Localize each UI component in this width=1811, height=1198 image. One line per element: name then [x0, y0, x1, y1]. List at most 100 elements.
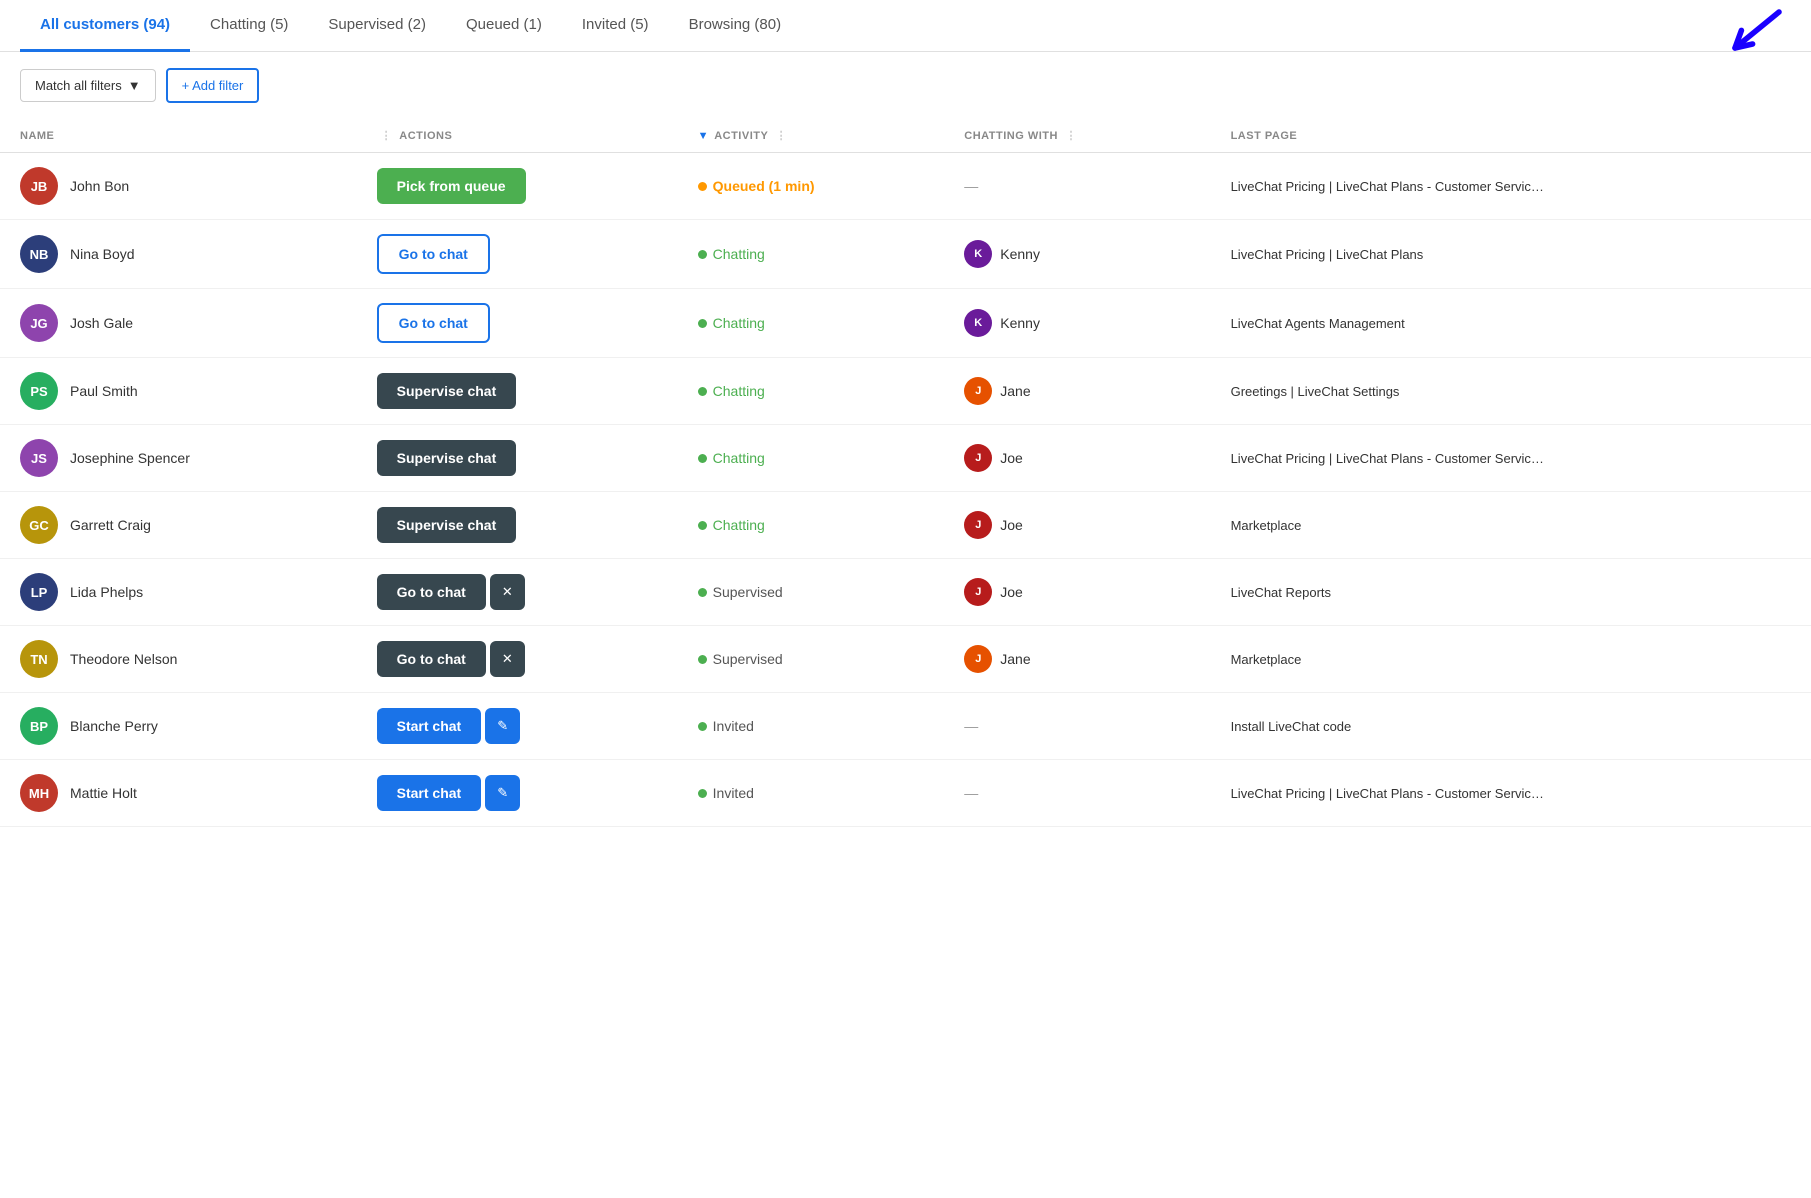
table-row: GC Garrett Craig Supervise chat Chatting…: [0, 492, 1811, 559]
customer-avatar: BP: [20, 707, 58, 745]
agent-name: Joe: [1000, 584, 1023, 600]
customer-name: John Bon: [70, 178, 129, 194]
name-cell: TN Theodore Nelson: [0, 626, 357, 693]
activity-label: Supervised: [713, 651, 783, 667]
tab-browsing[interactable]: Browsing (80): [669, 0, 802, 52]
last-page-text: LiveChat Reports: [1231, 585, 1331, 600]
status-dot: [698, 319, 707, 328]
activity-td: Supervised: [678, 559, 945, 626]
go-to-chat-button[interactable]: Go to chat: [377, 574, 486, 610]
agent-cell: K Kenny: [964, 240, 1190, 268]
activity-cell: Chatting: [698, 383, 925, 399]
no-agent: —: [964, 785, 978, 801]
tab-invited[interactable]: Invited (5): [562, 0, 669, 52]
agent-cell: J Joe: [964, 444, 1190, 472]
customer-name: Nina Boyd: [70, 246, 135, 262]
edit-invite-button[interactable]: ✎: [485, 775, 520, 811]
go-to-chat-button[interactable]: Go to chat: [377, 234, 490, 274]
activity-cell: Chatting: [698, 246, 925, 262]
activity-label: Invited: [713, 718, 754, 734]
no-agent: —: [964, 178, 978, 194]
close-supervision-button[interactable]: ✕: [490, 574, 525, 610]
customer-avatar: LP: [20, 573, 58, 611]
customer-name: Josephine Spencer: [70, 450, 190, 466]
status-dot: [698, 722, 707, 731]
chatting-with-cell: J Jane: [944, 626, 1210, 693]
col-actions: ⋮ ACTIONS: [357, 119, 678, 153]
table-row: JS Josephine Spencer Supervise chat Chat…: [0, 425, 1811, 492]
name-cell: NB Nina Boyd: [0, 220, 357, 289]
tab-chatting[interactable]: Chatting (5): [190, 0, 308, 52]
activity-label: Queued (1 min): [713, 178, 815, 194]
name-cell: GC Garrett Craig: [0, 492, 357, 559]
status-dot: [698, 588, 707, 597]
start-chat-button[interactable]: Start chat: [377, 708, 482, 744]
activity-label: Chatting: [713, 383, 765, 399]
activity-label: Chatting: [713, 246, 765, 262]
chevron-down-icon: ▼: [128, 78, 141, 93]
activity-cell: Queued (1 min): [698, 178, 925, 194]
customer-avatar: GC: [20, 506, 58, 544]
col-activity[interactable]: ▼ ACTIVITY ⋮: [678, 119, 945, 153]
chatting-with-cell: J Jane: [944, 358, 1210, 425]
actions-cell: Go to chat: [357, 220, 678, 289]
activity-td: Chatting: [678, 358, 945, 425]
col-last-page: LAST PAGE: [1211, 119, 1811, 153]
supervise-chat-button[interactable]: Supervise chat: [377, 373, 517, 409]
activity-cell: Invited: [698, 718, 925, 734]
edit-invite-button[interactable]: ✎: [485, 708, 520, 744]
add-filter-button[interactable]: + Add filter: [166, 68, 260, 103]
activity-label: Supervised: [713, 584, 783, 600]
close-supervision-button[interactable]: ✕: [490, 641, 525, 677]
activity-td: Chatting: [678, 220, 945, 289]
start-chat-button[interactable]: Start chat: [377, 775, 482, 811]
agent-name: Jane: [1000, 383, 1030, 399]
action-cell: Supervise chat: [377, 440, 658, 476]
filters-bar: Match all filters ▼ + Add filter: [0, 52, 1811, 119]
actions-cell: Supervise chat: [357, 425, 678, 492]
agent-avatar: K: [964, 240, 992, 268]
activity-td: Chatting: [678, 289, 945, 358]
actions-cell: Go to chat ✕: [357, 559, 678, 626]
last-page-cell: LiveChat Pricing | LiveChat Plans - Cust…: [1211, 153, 1811, 220]
pick-from-queue-button[interactable]: Pick from queue: [377, 168, 526, 204]
action-cell: Supervise chat: [377, 373, 658, 409]
table-row: PS Paul Smith Supervise chat Chatting J …: [0, 358, 1811, 425]
customer-name: Lida Phelps: [70, 584, 143, 600]
last-page-text: LiveChat Agents Management: [1231, 316, 1405, 331]
tab-all[interactable]: All customers (94): [20, 0, 190, 52]
match-all-filters-button[interactable]: Match all filters ▼: [20, 69, 156, 102]
last-page-cell: Marketplace: [1211, 626, 1811, 693]
activity-cell: Chatting: [698, 450, 925, 466]
customer-name: Theodore Nelson: [70, 651, 177, 667]
match-all-label: Match all filters: [35, 78, 122, 93]
go-to-chat-button[interactable]: Go to chat: [377, 641, 486, 677]
action-cell: Go to chat ✕: [377, 574, 658, 610]
customer-avatar: JS: [20, 439, 58, 477]
agent-name: Jane: [1000, 651, 1030, 667]
last-page-text: LiveChat Pricing | LiveChat Plans - Cust…: [1231, 451, 1544, 466]
activity-td: Invited: [678, 693, 945, 760]
actions-cell: Start chat ✎: [357, 760, 678, 827]
last-page-cell: LiveChat Pricing | LiveChat Plans: [1211, 220, 1811, 289]
tab-queued[interactable]: Queued (1): [446, 0, 562, 52]
activity-cell: Chatting: [698, 517, 925, 533]
agent-name: Joe: [1000, 517, 1023, 533]
tab-supervised[interactable]: Supervised (2): [308, 0, 446, 52]
name-cell: LP Lida Phelps: [0, 559, 357, 626]
agent-avatar: J: [964, 444, 992, 472]
go-to-chat-button[interactable]: Go to chat: [377, 303, 490, 343]
supervise-chat-button[interactable]: Supervise chat: [377, 507, 517, 543]
name-cell: PS Paul Smith: [0, 358, 357, 425]
name-cell: JB John Bon: [0, 153, 357, 220]
last-page-text: LiveChat Pricing | LiveChat Plans - Cust…: [1231, 179, 1544, 194]
agent-cell: J Joe: [964, 511, 1190, 539]
supervise-chat-button[interactable]: Supervise chat: [377, 440, 517, 476]
name-cell: MH Mattie Holt: [0, 760, 357, 827]
last-page-cell: LiveChat Reports: [1211, 559, 1811, 626]
action-cell: Pick from queue: [377, 168, 658, 204]
no-agent: —: [964, 718, 978, 734]
activity-td: Chatting: [678, 425, 945, 492]
last-page-cell: LiveChat Pricing | LiveChat Plans - Cust…: [1211, 425, 1811, 492]
name-cell: JS Josephine Spencer: [0, 425, 357, 492]
